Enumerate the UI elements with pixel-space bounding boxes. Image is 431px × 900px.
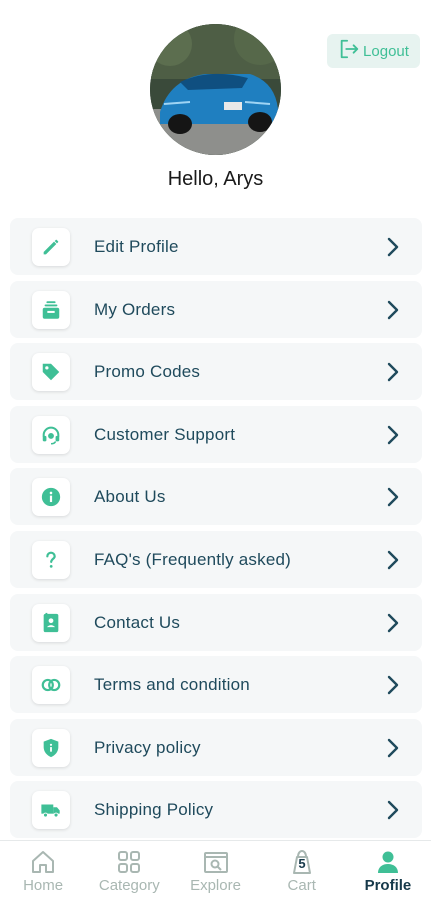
logout-label: Logout	[363, 42, 409, 60]
truck-icon	[32, 791, 70, 830]
chevron-right-icon	[387, 488, 399, 507]
menu-label: Promo Codes	[94, 362, 201, 382]
profile-menu: Edit Profile My Orders Promo Codes Custo…	[10, 218, 422, 844]
chevron-right-icon	[387, 738, 399, 757]
nav-label: Explore	[190, 877, 241, 894]
chevron-right-icon	[387, 613, 399, 632]
nav-label: Home	[23, 877, 64, 894]
menu-label: FAQ's (Frequently asked)	[94, 549, 292, 569]
greeting-text: Hello, Arys	[167, 168, 264, 190]
menu-item-customer-support[interactable]: Customer Support	[10, 405, 422, 463]
menu-item-my-orders[interactable]: My Orders	[10, 280, 422, 338]
logout-button[interactable]: Logout	[327, 34, 420, 68]
menu-label: Shipping Policy	[94, 800, 214, 820]
rings-icon	[32, 666, 70, 705]
shield-icon	[32, 728, 70, 767]
menu-item-edit-profile[interactable]: Edit Profile	[10, 218, 422, 275]
grid-icon	[118, 851, 141, 873]
question-icon	[32, 540, 70, 579]
nav-label: Category	[98, 877, 160, 894]
bottom-nav: Home Category Explore 5 Cart Profile	[0, 840, 431, 900]
chevron-right-icon	[387, 801, 399, 820]
nav-item-profile[interactable]: Profile	[345, 841, 431, 900]
cart-count-badge: 5	[298, 856, 306, 871]
nav-item-explore[interactable]: Explore	[172, 841, 258, 900]
menu-item-terms[interactable]: Terms and condition	[10, 656, 422, 714]
menu-label: My Orders	[94, 299, 176, 319]
nav-label: Cart	[287, 877, 316, 894]
menu-label: Privacy policy	[94, 737, 201, 757]
nav-label: Profile	[364, 877, 412, 894]
menu-label: About Us	[94, 487, 166, 507]
logout-icon	[338, 38, 360, 64]
chevron-right-icon	[387, 237, 399, 257]
menu-item-promo-codes[interactable]: Promo Codes	[10, 343, 422, 401]
chevron-right-icon	[387, 675, 399, 695]
menu-item-shipping-policy[interactable]: Shipping Policy	[10, 781, 422, 839]
contact-book-icon	[32, 603, 70, 642]
menu-item-about-us[interactable]: About Us	[10, 468, 422, 526]
nav-item-category[interactable]: Category	[86, 841, 172, 900]
nav-item-home[interactable]: Home	[0, 841, 86, 900]
explore-icon	[203, 852, 228, 873]
nav-item-cart[interactable]: 5 Cart	[259, 841, 345, 900]
chevron-right-icon	[387, 550, 399, 570]
chevron-right-icon	[387, 362, 399, 382]
chevron-right-icon	[387, 300, 399, 319]
avatar[interactable]	[150, 24, 281, 155]
chevron-right-icon	[387, 425, 399, 444]
menu-item-contact-us[interactable]: Contact Us	[10, 593, 422, 651]
menu-label: Customer Support	[94, 424, 236, 444]
menu-item-faqs[interactable]: FAQ's (Frequently asked)	[10, 530, 422, 588]
info-icon	[32, 478, 70, 517]
profile-icon	[377, 851, 398, 873]
menu-item-privacy-policy[interactable]: Privacy policy	[10, 718, 422, 776]
pencil-icon	[32, 228, 70, 266]
menu-label: Contact Us	[94, 612, 181, 632]
tag-icon	[32, 353, 70, 392]
menu-label: Terms and condition	[94, 675, 250, 695]
orders-icon	[32, 290, 70, 329]
headset-icon	[32, 415, 70, 454]
home-icon	[32, 851, 55, 873]
menu-label: Edit Profile	[94, 237, 179, 256]
